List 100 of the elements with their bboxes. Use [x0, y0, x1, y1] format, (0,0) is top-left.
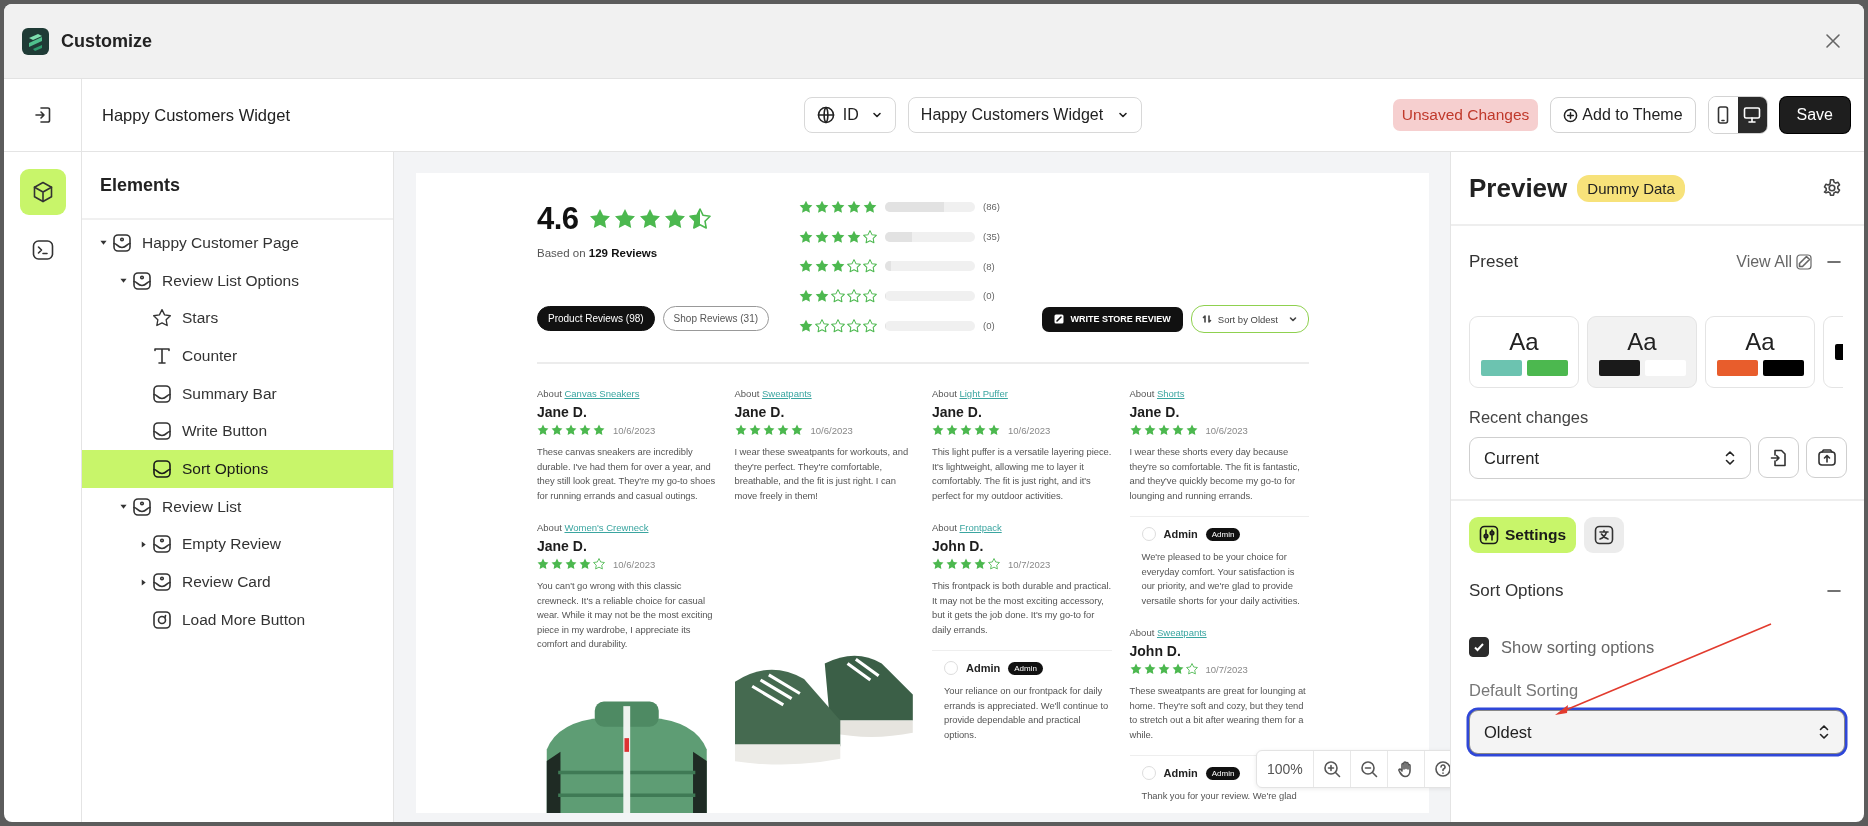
caret-icon[interactable]	[99, 239, 107, 247]
star-icon	[663, 208, 686, 230]
sort-dropdown[interactable]: Sort by Oldest	[1190, 305, 1309, 333]
reply-author: Admin	[1163, 528, 1198, 540]
close-icon[interactable]	[1824, 32, 1842, 50]
write-review-button[interactable]: WRITE STORE REVIEW	[1042, 306, 1183, 332]
star-icon	[847, 199, 861, 214]
preset-card[interactable]: Aa	[1705, 316, 1815, 388]
star-icon	[588, 208, 611, 230]
review-tab[interactable]: Shop Reviews (31)	[662, 306, 770, 331]
tree-item[interactable]: Empty Review	[82, 525, 393, 564]
import-button[interactable]	[1758, 437, 1799, 478]
star-icon	[974, 558, 986, 570]
tray-icon	[152, 383, 172, 404]
recent-changes-select[interactable]: Current	[1469, 437, 1751, 479]
tree-item[interactable]: Review Card	[82, 563, 393, 601]
default-sorting-select[interactable]: Oldest	[1469, 710, 1845, 754]
caret-icon[interactable]	[119, 277, 127, 285]
checkbox-label: Show sorting options	[1501, 637, 1655, 657]
star-icon	[831, 318, 845, 333]
reviewer-name: Jane D.	[932, 404, 983, 420]
review-tab[interactable]: Product Reviews (98)	[537, 306, 655, 331]
edit-icon	[1796, 254, 1812, 270]
star-icon	[974, 424, 986, 436]
star-icon	[847, 229, 861, 244]
review-total: Based on 129 Reviews	[537, 247, 659, 259]
product-line: About Light Puffer	[932, 388, 1009, 399]
sort-arrows-icon	[1201, 314, 1212, 324]
review-date: 10/7/2023	[1205, 663, 1248, 675]
star-icon	[1185, 663, 1198, 675]
star-icon	[847, 288, 861, 303]
star-icon	[776, 424, 789, 436]
tree-item[interactable]: Write Button	[82, 412, 393, 451]
product-line: About Shorts	[1129, 388, 1186, 399]
caret-icon[interactable]	[139, 578, 147, 586]
collapse-button[interactable]	[1826, 260, 1842, 264]
star-icon	[946, 558, 958, 570]
star-icon	[960, 424, 972, 436]
star-icon	[815, 229, 829, 244]
star-icon	[831, 229, 845, 244]
star-icon	[1129, 663, 1142, 675]
sidebar-tab[interactable]	[19, 169, 66, 215]
template-dropdown[interactable]: Happy Customers Widget	[907, 97, 1143, 133]
settings-tab[interactable]: Settings	[1469, 517, 1577, 553]
sliders-icon	[1479, 525, 1499, 545]
review-count: (86)	[983, 201, 1000, 213]
tree-item[interactable]: Stars	[82, 299, 393, 338]
tree-item[interactable]: Review List	[82, 487, 393, 526]
checkbox[interactable]	[1469, 637, 1489, 657]
star-icon	[565, 424, 577, 436]
collapse-button[interactable]	[1826, 589, 1842, 593]
star-icon	[1143, 424, 1156, 436]
section-title: Preset	[1469, 252, 1519, 272]
zoom-in-icon	[1322, 760, 1341, 778]
star-icon	[579, 424, 591, 436]
tree-item[interactable]: Sort Options	[82, 450, 393, 488]
star-icon	[1129, 424, 1142, 436]
tree-item[interactable]: Happy Customer Page	[82, 224, 393, 262]
star-icon	[988, 558, 1000, 570]
help-icon	[1433, 760, 1450, 778]
star-icon	[847, 318, 861, 333]
star-icon	[932, 424, 944, 436]
product-line: About Sweatpants	[734, 388, 813, 399]
star-icon	[946, 424, 958, 436]
star-icon	[988, 424, 1000, 436]
preset-card[interactable]: Aa	[1587, 316, 1697, 388]
box-upload-icon	[1816, 447, 1837, 468]
settings-button[interactable]	[1822, 178, 1842, 198]
add-to-theme-button[interactable]: Add to Theme	[1550, 97, 1696, 133]
translate-tab[interactable]	[1584, 517, 1625, 553]
language-dropdown[interactable]: ID	[803, 97, 896, 133]
device-toggle[interactable]	[1737, 97, 1767, 133]
tree-item[interactable]: Review List Options	[82, 261, 393, 300]
star-icon	[1143, 663, 1156, 675]
star-icon	[863, 259, 877, 274]
caret-icon[interactable]	[119, 503, 127, 511]
tree-item[interactable]: Counter	[82, 337, 393, 375]
product-line: About Frontpack	[932, 522, 1003, 533]
product-line: About Sweatpants	[1129, 627, 1208, 638]
review-count: (0)	[983, 290, 995, 302]
star-icon	[593, 558, 605, 570]
preset-card[interactable]: Aa	[1469, 316, 1579, 388]
tree-item[interactable]: Summary Bar	[82, 374, 393, 413]
reviewer-name: John D.	[932, 538, 985, 554]
star-icon	[790, 424, 803, 436]
star-icon	[537, 558, 549, 570]
review-count: (8)	[983, 260, 995, 272]
star-icon	[799, 229, 813, 244]
save-button[interactable]: Save	[1779, 97, 1850, 133]
view-all-link[interactable]: View All	[1736, 253, 1792, 271]
caret-icon[interactable]	[139, 540, 147, 548]
review-text: This frontpack is both durable and practical. It may not be the most exciting accessory, but it gets the job done. It's my go-to for daily errands.	[932, 579, 1112, 637]
tree-item[interactable]: Load More Button	[82, 600, 393, 639]
review-date: 10/6/2023	[1008, 424, 1051, 436]
checkmark-icon	[1473, 641, 1485, 653]
star-icon	[762, 424, 775, 436]
globe-icon	[816, 106, 835, 124]
export-button[interactable]	[1806, 437, 1847, 478]
review-text: These sweatpants are great for lounging at home. They're soft and cozy, but they tend to stretch out a bit after wearing them for a while.	[1129, 684, 1307, 742]
chevron-down-icon	[1288, 314, 1298, 324]
